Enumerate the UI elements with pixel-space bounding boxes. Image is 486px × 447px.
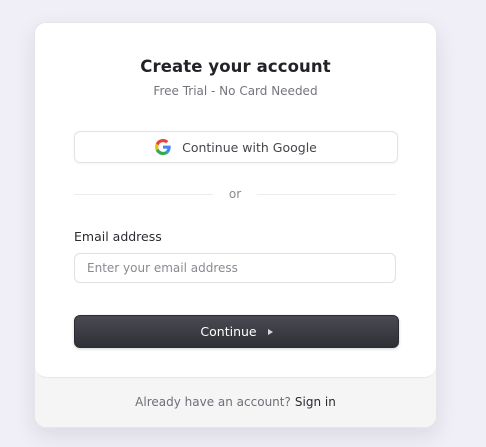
signup-card: Create your account Free Trial - No Card… [34,22,437,428]
signin-prompt-text: Already have an account? [135,395,291,409]
google-button-label: Continue with Google [182,139,317,155]
email-field[interactable] [74,253,396,283]
page-subtitle: Free Trial - No Card Needed [153,84,318,98]
divider-line-right [257,194,396,195]
or-divider: or [74,186,396,204]
signup-form: Create your account Free Trial - No Card… [35,23,436,378]
continue-with-google-button[interactable]: Continue with Google [74,131,398,163]
email-label: Email address [74,229,162,244]
google-icon [155,139,171,155]
page-title: Create your account [140,57,331,76]
signin-prompt: Already have an account? Sign in [35,395,436,409]
signin-link[interactable]: Sign in [295,395,336,409]
continue-button[interactable]: Continue [74,315,399,348]
arrow-right-icon [267,328,273,335]
continue-button-label: Continue [200,324,257,339]
